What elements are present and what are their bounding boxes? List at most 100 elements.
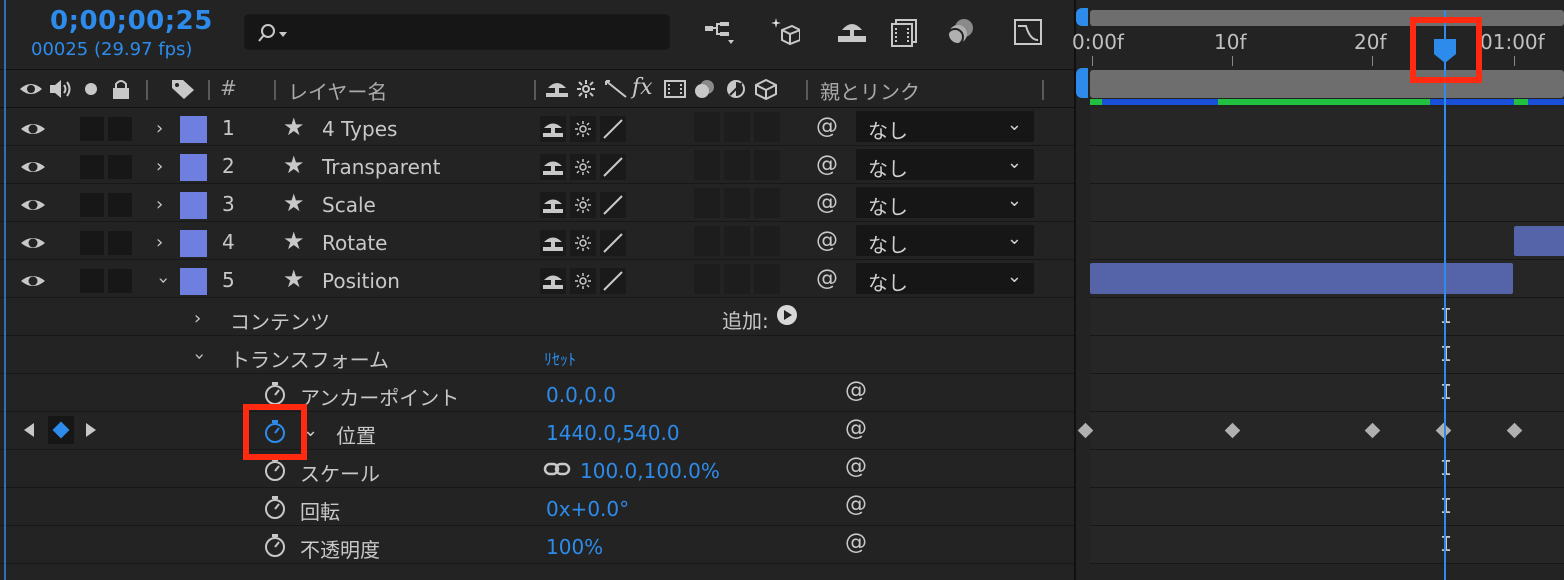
parent-dropdown[interactable]: なし ⌄ <box>856 225 1034 257</box>
expression-pick-whip-icon[interactable]: @ <box>845 378 867 403</box>
effects-fx-icon[interactable]: fx <box>632 75 653 100</box>
audio-icon[interactable] <box>48 78 74 100</box>
add-keyframe-button[interactable] <box>48 416 74 444</box>
transform-group-row[interactable]: › トランスフォーム ﾘｾｯﾄ <box>0 336 1074 374</box>
shy-layers-icon[interactable] <box>834 14 870 50</box>
solo-switch[interactable] <box>80 155 104 179</box>
layer-switches[interactable] <box>540 192 630 218</box>
position-keyframe-track[interactable] <box>1077 412 1564 450</box>
previous-keyframe-icon[interactable] <box>22 422 36 438</box>
eye-icon[interactable] <box>20 116 46 142</box>
frame-blending-icon[interactable] <box>886 14 922 50</box>
parent-dropdown[interactable]: なし ⌄ <box>856 187 1034 219</box>
layer-name[interactable]: Scale <box>322 193 376 217</box>
current-time-indicator[interactable] <box>1444 10 1446 580</box>
property-value[interactable]: 0.0,0.0 <box>546 383 616 407</box>
composition-flowchart-icon[interactable] <box>700 14 736 50</box>
label-tag-icon[interactable] <box>170 78 196 100</box>
layer-name[interactable]: Transparent <box>322 155 440 179</box>
layer-row[interactable]: › 4 ★ Rotate @ なし ⌄ <box>0 222 1074 260</box>
time-ruler[interactable]: 0:00f 10f 20f 01:00f <box>1072 0 1564 70</box>
column-separator[interactable] <box>534 80 536 100</box>
column-header-layer-name[interactable]: レイヤー名 <box>288 76 387 105</box>
lock-switch[interactable] <box>108 193 132 217</box>
lock-switch[interactable] <box>108 117 132 141</box>
layer-mode-switches[interactable] <box>694 150 780 180</box>
layer-name[interactable]: Rotate <box>322 231 387 255</box>
work-area-bar[interactable] <box>1090 70 1564 98</box>
label-color-swatch[interactable] <box>180 154 207 181</box>
solo-icon[interactable] <box>84 82 98 96</box>
transform-property-row[interactable]: 回転 0x+0.0° @ <box>0 488 1074 526</box>
transform-property-row[interactable]: 不透明度 100% @ <box>0 526 1074 564</box>
timeline-track[interactable] <box>1090 260 1564 298</box>
motion-blur-icon[interactable] <box>942 14 978 50</box>
layer-switches[interactable] <box>540 154 630 180</box>
pick-whip-icon[interactable]: @ <box>816 190 838 215</box>
layer-switches[interactable] <box>540 230 630 256</box>
parent-dropdown[interactable]: なし ⌄ <box>856 111 1034 143</box>
pick-whip-icon[interactable]: @ <box>816 228 838 253</box>
pick-whip-icon[interactable]: @ <box>816 114 838 139</box>
keyframe-diamond[interactable] <box>1224 422 1241 439</box>
timeline-track[interactable] <box>1090 108 1564 146</box>
expression-pick-whip-icon[interactable]: @ <box>845 530 867 555</box>
layer-row[interactable]: › 5 ★ Position @ なし ⌄ <box>0 260 1074 298</box>
pick-whip-icon[interactable]: @ <box>816 266 838 291</box>
eye-icon[interactable] <box>20 230 46 256</box>
layer-duration-bar[interactable] <box>1514 226 1564 256</box>
layer-switches[interactable] <box>540 268 630 294</box>
parent-dropdown[interactable]: なし ⌄ <box>856 263 1034 295</box>
column-header-parent-link[interactable]: 親とリンク <box>820 76 920 105</box>
add-menu-play-icon[interactable] <box>776 304 798 326</box>
layer-mode-switches[interactable] <box>694 188 780 218</box>
constrain-proportions-link-icon[interactable] <box>543 459 571 479</box>
reset-link[interactable]: ﾘｾｯﾄ <box>544 346 576 370</box>
property-value[interactable]: 1440.0,540.0 <box>546 421 680 445</box>
solo-switch[interactable] <box>80 269 104 293</box>
chevron-right-icon[interactable]: › <box>156 194 163 215</box>
pick-whip-icon[interactable]: @ <box>816 152 838 177</box>
timeline-track[interactable] <box>1090 222 1564 260</box>
layer-name[interactable]: Position <box>322 269 400 293</box>
layer-mode-switches[interactable] <box>694 226 780 256</box>
3d-layer-icon[interactable] <box>754 78 778 100</box>
label-color-swatch[interactable] <box>180 268 207 295</box>
work-area-start-handle[interactable] <box>1076 68 1088 98</box>
frame-blend-switch-icon[interactable] <box>663 79 687 99</box>
stopwatch-icon[interactable] <box>262 380 288 406</box>
property-value[interactable]: 100% <box>546 535 603 559</box>
layer-row[interactable]: › 3 ★ Scale @ なし ⌄ <box>0 184 1074 222</box>
column-separator[interactable] <box>806 80 808 100</box>
label-color-swatch[interactable] <box>180 116 207 143</box>
layer-name[interactable]: 4 Types <box>322 117 397 141</box>
layer-mode-switches[interactable] <box>694 112 780 142</box>
keyframe-diamond[interactable] <box>1077 422 1094 439</box>
chevron-down-icon[interactable]: › <box>189 353 210 360</box>
draft-3d-icon[interactable] <box>766 14 802 50</box>
motion-blur-switch-icon[interactable] <box>692 78 718 100</box>
lock-switch[interactable] <box>108 269 132 293</box>
solo-switch[interactable] <box>80 117 104 141</box>
chevron-right-icon[interactable]: › <box>156 232 163 253</box>
layer-mode-switches[interactable] <box>694 264 780 294</box>
keyframe-diamond[interactable] <box>1506 422 1523 439</box>
lock-switch[interactable] <box>108 155 132 179</box>
parent-dropdown[interactable]: なし ⌄ <box>856 149 1034 181</box>
layer-row[interactable]: › 1 ★ 4 Types @ なし ⌄ <box>0 108 1074 146</box>
column-header-number[interactable]: # <box>220 76 237 100</box>
chevron-right-icon[interactable]: › <box>156 118 163 139</box>
timeline-track[interactable] <box>1090 184 1564 222</box>
eye-icon[interactable] <box>20 268 46 294</box>
chevron-right-icon[interactable]: › <box>156 156 163 177</box>
transform-property-row[interactable]: スケール 100.0,100.0% @ <box>0 450 1074 488</box>
time-navigator-bar[interactable] <box>1090 10 1564 26</box>
time-navigator-start-handle[interactable] <box>1076 8 1088 26</box>
chevron-right-icon[interactable]: › <box>194 308 201 329</box>
stopwatch-icon[interactable] <box>262 532 288 558</box>
layer-switches[interactable] <box>540 116 630 142</box>
eye-icon[interactable] <box>20 192 46 218</box>
label-color-swatch[interactable] <box>180 192 207 219</box>
property-value[interactable]: 100.0,100.0% <box>580 459 720 483</box>
transform-property-row[interactable]: アンカーポイント 0.0,0.0 @ <box>0 374 1074 412</box>
